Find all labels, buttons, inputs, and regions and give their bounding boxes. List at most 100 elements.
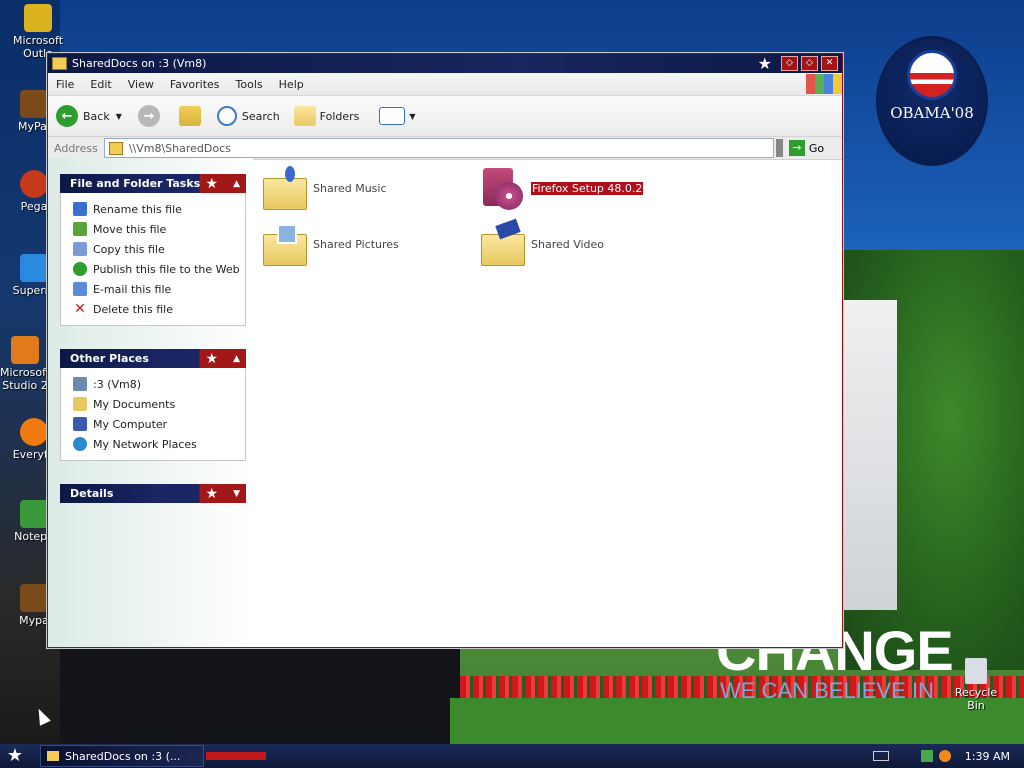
desktop-icon-studio[interactable]: Microsoft Studio 2 <box>0 336 50 392</box>
wallpaper-believe-text: WE CAN BELIEVE IN <box>720 678 934 703</box>
folder-icon <box>108 141 123 155</box>
desktop-icon-outlook[interactable]: Microsoft Outlo <box>8 4 68 60</box>
panel-title: Other Places <box>70 352 149 365</box>
file-item-shared-pictures[interactable]: Shared Pictures <box>263 222 463 266</box>
recycle-bin-icon <box>965 658 987 684</box>
place-network[interactable]: My Network Places <box>73 434 245 454</box>
window-titlebar[interactable]: SharedDocs on :3 (Vm8) ★ ◇ ◇ ✕ <box>48 54 842 73</box>
network-tray-icon[interactable] <box>920 750 933 762</box>
place-vm8[interactable]: :3 (Vm8) <box>73 374 245 394</box>
desktop-icon-recycle-bin[interactable]: Recycle Bin <box>946 658 1006 712</box>
network-icon <box>73 437 87 451</box>
views-dropdown-icon: ▼ <box>409 111 416 121</box>
taskbar: ★ SharedDocs on :3 (... 1:39 AM <box>0 744 1024 768</box>
views-button[interactable]: ▼ <box>379 107 416 125</box>
menu-favorites[interactable]: Favorites <box>162 78 228 91</box>
search-button[interactable]: Search <box>216 106 280 126</box>
explorer-window: SharedDocs on :3 (Vm8) ★ ◇ ◇ ✕ File Edit… <box>47 53 843 648</box>
collapse-icon[interactable]: ▲ <box>233 179 240 189</box>
clock[interactable]: 1:39 AM <box>965 750 1010 763</box>
pega-icon <box>20 170 48 198</box>
back-button[interactable]: ← Back ▼ <box>56 105 122 127</box>
window-body: File and Folder Tasks ★ ▲ Rename this fi… <box>48 158 842 647</box>
menu-file[interactable]: File <box>48 78 82 91</box>
details-panel: Details ★ ▼ <box>60 484 246 503</box>
place-my-computer[interactable]: My Computer <box>73 414 245 434</box>
email-icon <box>73 282 87 296</box>
go-label: Go <box>808 141 825 155</box>
search-icon <box>216 106 237 126</box>
task-rename-file[interactable]: Rename this file <box>73 199 245 219</box>
file-name: Shared Pictures <box>313 237 399 251</box>
toolbar: ← Back ▼ → Search Folders ▼ <box>48 96 842 137</box>
wallpaper-white-house <box>842 300 897 610</box>
maximize-button[interactable]: ◇ <box>801 56 818 71</box>
desktop-icon-label: Recycle Bin <box>954 686 998 712</box>
place-label: My Documents <box>93 397 176 411</box>
details-header[interactable]: Details ★ ▼ <box>60 484 246 503</box>
windows-logo-icon <box>806 74 842 94</box>
campaign-logo: OBAMA'08 <box>876 36 988 166</box>
task-move-file[interactable]: Move this file <box>73 219 245 239</box>
wallpaper-figure <box>60 640 460 744</box>
back-dropdown-icon[interactable]: ▼ <box>116 112 122 121</box>
forward-arrow-icon: → <box>137 105 160 127</box>
address-input[interactable]: \\Vm8\SharedDocs <box>103 138 774 158</box>
outlook-icon <box>24 4 52 32</box>
folder-icon <box>52 57 67 70</box>
task-pane: File and Folder Tasks ★ ▲ Rename this fi… <box>48 158 253 647</box>
go-arrow-icon: → <box>788 140 805 156</box>
place-my-documents[interactable]: My Documents <box>73 394 245 414</box>
window-title: SharedDocs on :3 (Vm8) <box>72 57 207 70</box>
taskbar-button-label: SharedDocs on :3 (... <box>65 749 181 763</box>
search-tray-icon[interactable] <box>938 750 951 762</box>
file-folder-tasks-header[interactable]: File and Folder Tasks ★ ▲ <box>60 174 246 193</box>
address-dropdown-button[interactable] <box>775 139 783 157</box>
delete-icon: ✕ <box>74 301 86 317</box>
file-item-firefox-setup[interactable]: Firefox Setup 48.0.2 <box>481 166 681 210</box>
system-tray: 1:39 AM <box>872 750 1024 763</box>
start-button[interactable]: ★ <box>0 744 30 768</box>
file-item-shared-video[interactable]: Shared Video <box>481 218 681 266</box>
menu-bar: File Edit View Favorites Tools Help <box>48 73 842 96</box>
other-places-panel: Other Places ★ ▲ :3 (Vm8) My Documents M… <box>60 349 246 461</box>
file-item-shared-music[interactable]: Shared Music <box>263 166 463 210</box>
views-icon <box>379 107 406 125</box>
file-name: Shared Music <box>313 181 387 195</box>
back-label: Back <box>83 109 110 123</box>
documents-icon <box>73 397 87 411</box>
other-places-header[interactable]: Other Places ★ ▲ <box>60 349 246 368</box>
task-publish-web[interactable]: Publish this file to the Web <box>73 259 245 279</box>
rename-icon <box>73 202 87 216</box>
go-button[interactable]: → Go <box>788 140 825 156</box>
menu-help[interactable]: Help <box>271 78 312 91</box>
taskbar-button-shareddocs[interactable]: SharedDocs on :3 (... <box>40 745 204 767</box>
up-folder-icon <box>178 106 201 126</box>
star-icon: ★ <box>757 54 772 73</box>
copy-icon <box>73 242 87 256</box>
back-arrow-icon: ← <box>56 105 78 127</box>
close-button[interactable]: ✕ <box>821 56 838 71</box>
wallpaper-grass <box>450 698 1024 744</box>
place-label: My Computer <box>93 417 168 431</box>
up-folder-button[interactable] <box>178 106 205 126</box>
folders-button[interactable]: Folders <box>293 106 359 126</box>
task-copy-file[interactable]: Copy this file <box>73 239 245 259</box>
expand-icon[interactable]: ▼ <box>233 489 240 499</box>
task-email-file[interactable]: E-mail this file <box>73 279 245 299</box>
minimize-button[interactable]: ◇ <box>781 56 798 71</box>
forward-button[interactable]: → <box>137 105 165 127</box>
globe-icon <box>73 262 87 276</box>
collapse-icon[interactable]: ▲ <box>233 354 240 364</box>
menu-tools[interactable]: Tools <box>228 78 271 91</box>
task-label: Move this file <box>93 222 167 236</box>
pictures-folder-icon <box>263 222 307 266</box>
place-label: :3 (Vm8) <box>93 377 142 391</box>
task-delete-file[interactable]: ✕ Delete this file <box>73 299 245 319</box>
star-icon: ★ <box>205 485 218 502</box>
menu-view[interactable]: View <box>120 78 162 91</box>
menu-edit[interactable]: Edit <box>82 78 119 91</box>
task-label: Rename this file <box>93 202 182 216</box>
keyboard-icon[interactable] <box>872 751 889 761</box>
file-name-selected: Firefox Setup 48.0.2 <box>531 181 644 195</box>
